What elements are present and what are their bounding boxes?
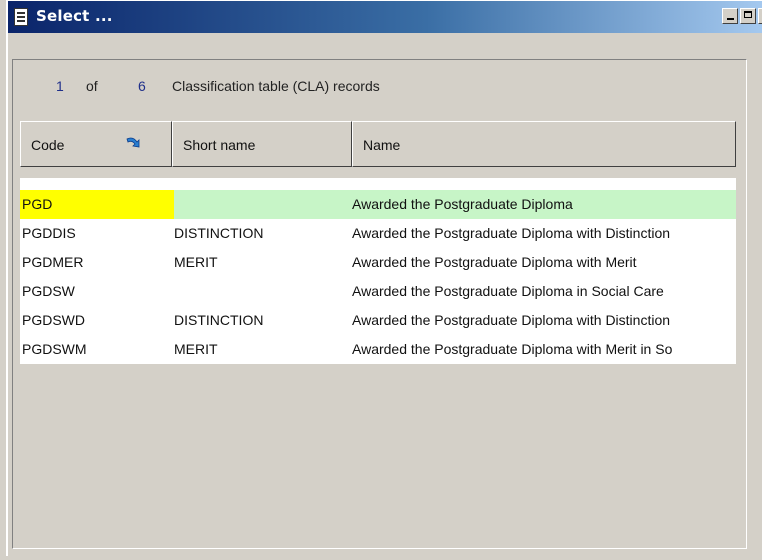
record-current: 1 [56,78,64,94]
table-row[interactable]: PGDMER MERIT Awarded the Postgraduate Dipl… [20,248,736,277]
table-body: PGD Awarded the Postgraduate Diploma PGDDI… [20,190,736,364]
minimize-icon [726,18,734,20]
column-header-short-name[interactable]: Short name [172,121,352,167]
window-title: Select ... [36,7,113,25]
table-row[interactable]: PGDSWM MERIT Awarded the Postgraduate Dipl… [20,335,736,364]
cell-short-name: DISTINCTION [174,312,264,328]
cell-name: Awarded the Postgraduate Diploma with Di… [352,312,671,328]
minimize-button[interactable] [722,8,738,24]
cell-short-name: MERIT [174,254,218,270]
cell-code: PGD [20,190,174,219]
close-button[interactable]: ✕ [758,8,762,24]
table-row[interactable]: PGDDIS DISTINCTION Awarded the Postgraduat… [20,219,736,248]
column-header-code-label: Code [31,137,65,153]
sort-arrow-icon[interactable] [125,136,141,152]
column-header-code[interactable]: Code [20,121,172,167]
cell-code: PGDMER [22,254,84,270]
record-of-label: of [86,78,98,94]
record-description: Classification table (CLA) records [172,78,380,94]
cell-name: Awarded the Postgraduate Diploma [352,196,573,212]
column-header-name[interactable]: Name [352,121,736,167]
record-total: 6 [138,78,146,94]
table-row[interactable]: PGD Awarded the Postgraduate Diploma [20,190,736,219]
cell-name: Awarded the Postgraduate Diploma with Me… [352,254,637,270]
table-row[interactable]: PGDSWD DISTINCTION Awarded the Postgraduat… [20,306,736,335]
cell-name: Awarded the Postgraduate Diploma with Me… [352,341,673,357]
cell-name: Awarded the Postgraduate Diploma with Di… [352,225,671,241]
cell-short-name [174,277,354,306]
cell-code: PGDSW [22,283,75,299]
cell-short-name: DISTINCTION [174,225,264,241]
document-icon [14,8,28,26]
table-spacer [20,178,736,190]
maximize-icon [744,11,752,18]
cell-short-name: MERIT [174,341,218,357]
cell-code: PGDDIS [22,225,76,241]
table-row[interactable]: PGDSW Awarded the Postgraduate Diploma in… [20,277,736,306]
cell-code: PGDSWD [22,312,85,328]
maximize-button[interactable] [740,8,756,24]
table-header: Code Short name Name [20,121,736,167]
cell-code: PGDSWM [22,341,87,357]
title-bar[interactable]: Select ... ✕ [8,1,762,33]
cell-name: Awarded the Postgraduate Diploma in Soci… [352,283,664,299]
cell-short-name [174,190,354,219]
records-table: PGD Awarded the Postgraduate Diploma PGDDI… [20,178,736,554]
